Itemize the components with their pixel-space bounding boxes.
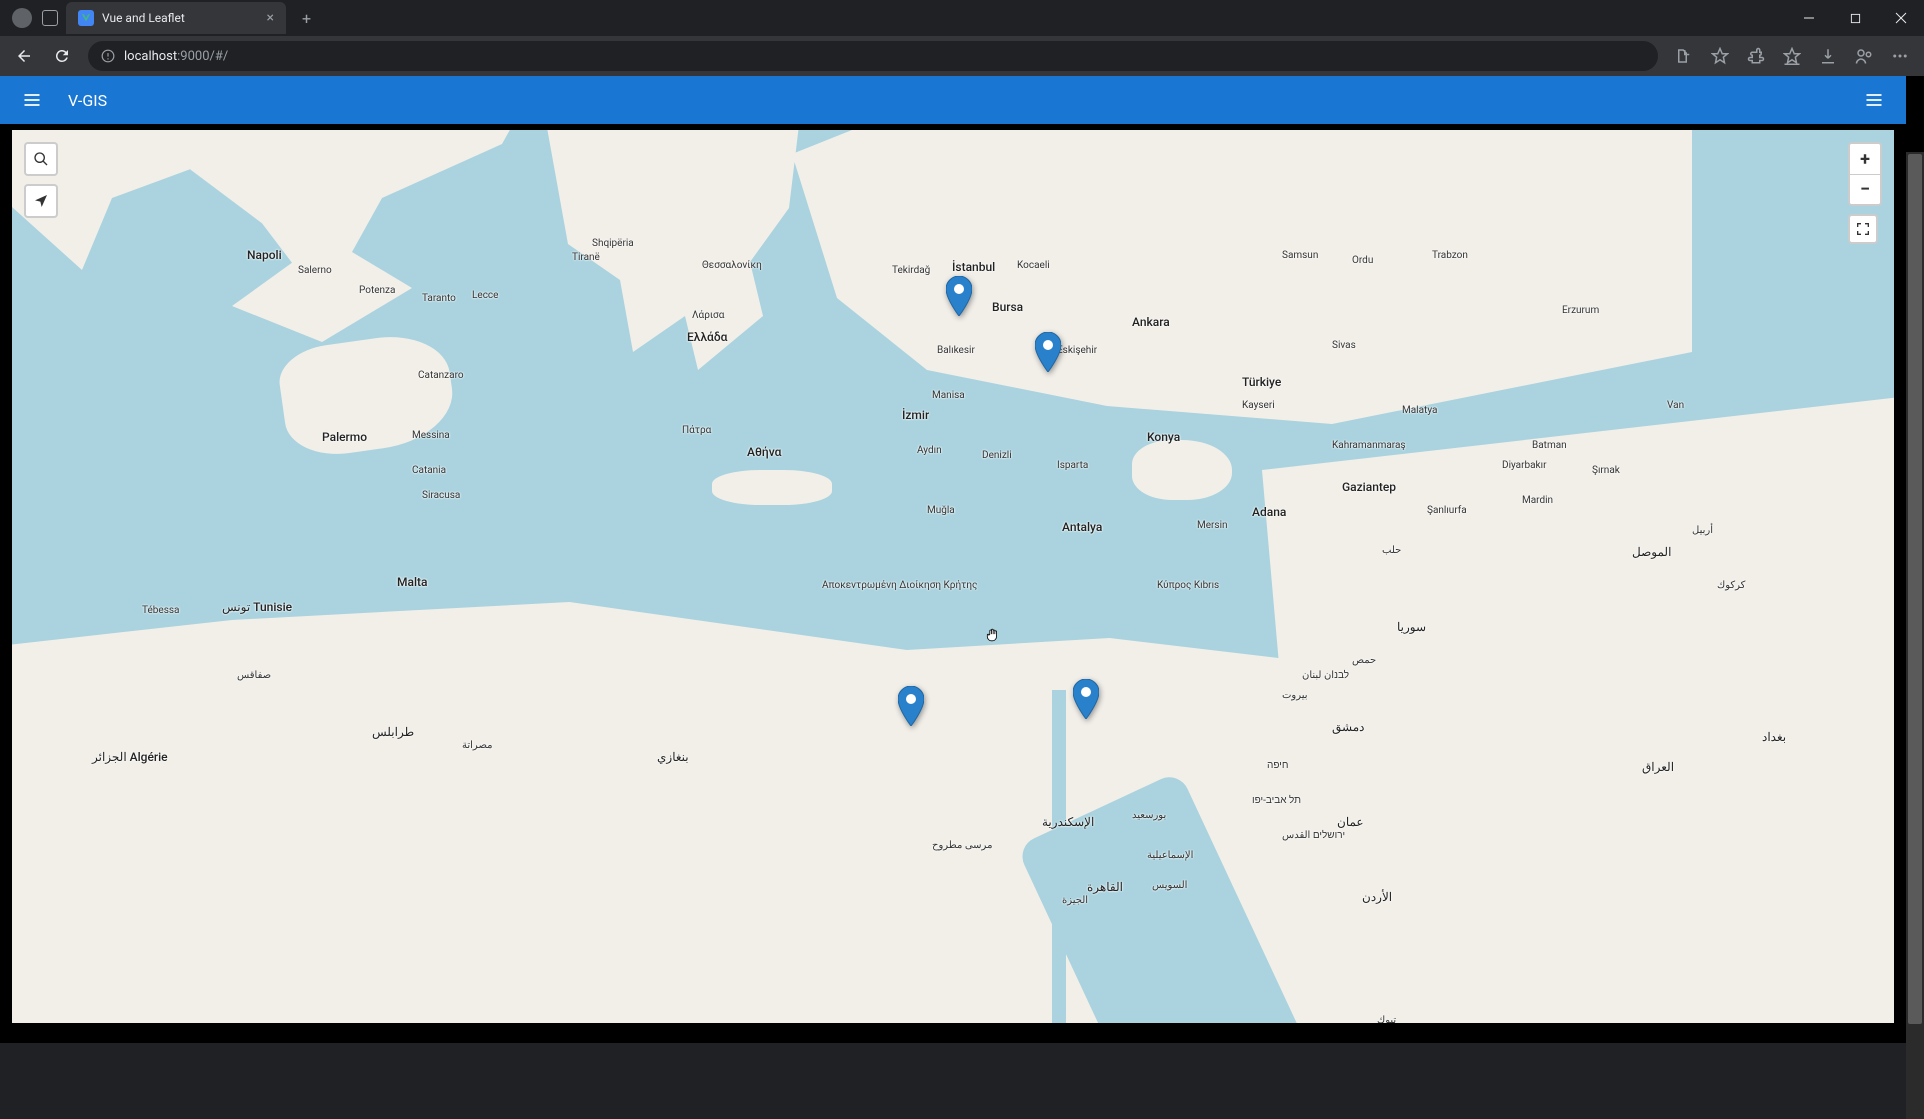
favorites-bar-icon[interactable] (1776, 40, 1808, 72)
new-tab-button[interactable]: + (294, 5, 319, 32)
url-path: :9000/#/ (177, 49, 228, 64)
nav-back-button[interactable] (8, 40, 40, 72)
map-locate-button[interactable] (24, 184, 58, 218)
zoom-in-button[interactable]: + (1850, 144, 1880, 174)
map-marker[interactable] (1035, 332, 1061, 372)
vertical-scrollbar[interactable] (1906, 152, 1924, 1119)
read-aloud-icon[interactable] (1668, 40, 1700, 72)
browser-tab[interactable]: Vue and Leaflet × (66, 2, 286, 34)
map-marker[interactable] (946, 276, 972, 316)
address-bar[interactable]: localhost:9000/#/ (88, 41, 1658, 71)
tab-close-button[interactable]: × (267, 10, 274, 26)
map-search-button[interactable] (24, 142, 58, 176)
app-title: V-GIS (68, 91, 107, 110)
map-marker[interactable] (898, 686, 924, 726)
browser-menu-icon[interactable] (1884, 40, 1916, 72)
header-right-menu-button[interactable] (1858, 84, 1890, 116)
browser-account-icon[interactable] (1848, 40, 1880, 72)
fullscreen-button[interactable] (1848, 214, 1878, 244)
zoom-control: + − (1848, 142, 1882, 206)
extensions-icon[interactable] (1740, 40, 1772, 72)
browser-toolbar: localhost:9000/#/ (0, 36, 1924, 76)
window-titlebar: Vue and Leaflet × + (0, 0, 1924, 36)
app-header: V-GIS (0, 76, 1906, 124)
app-viewport: V-GIS NapoliSalernoPotenzaTarantoLecceCa… (0, 76, 1924, 1043)
map-marker[interactable] (1073, 679, 1099, 719)
scrollbar-thumb[interactable] (1908, 154, 1922, 1024)
site-info-icon[interactable] (100, 48, 116, 64)
map-tiles: NapoliSalernoPotenzaTarantoLecceCatanzar… (12, 130, 1894, 1023)
url-host: localhost (124, 49, 177, 64)
zoom-out-button[interactable]: − (1850, 174, 1880, 204)
tab-title: Vue and Leaflet (102, 11, 185, 25)
window-maximize-button[interactable] (1832, 0, 1878, 36)
window-minimize-button[interactable] (1786, 0, 1832, 36)
leaflet-map[interactable]: NapoliSalernoPotenzaTarantoLecceCatanzar… (12, 130, 1894, 1023)
favorite-star-icon[interactable] (1704, 40, 1736, 72)
browser-profile-avatar[interactable] (12, 8, 32, 28)
nav-refresh-button[interactable] (46, 40, 78, 72)
vue-favicon-icon (78, 10, 94, 26)
hamburger-menu-button[interactable] (16, 84, 48, 116)
downloads-icon[interactable] (1812, 40, 1844, 72)
tab-overview-icon[interactable] (42, 10, 58, 26)
window-close-button[interactable] (1878, 0, 1924, 36)
